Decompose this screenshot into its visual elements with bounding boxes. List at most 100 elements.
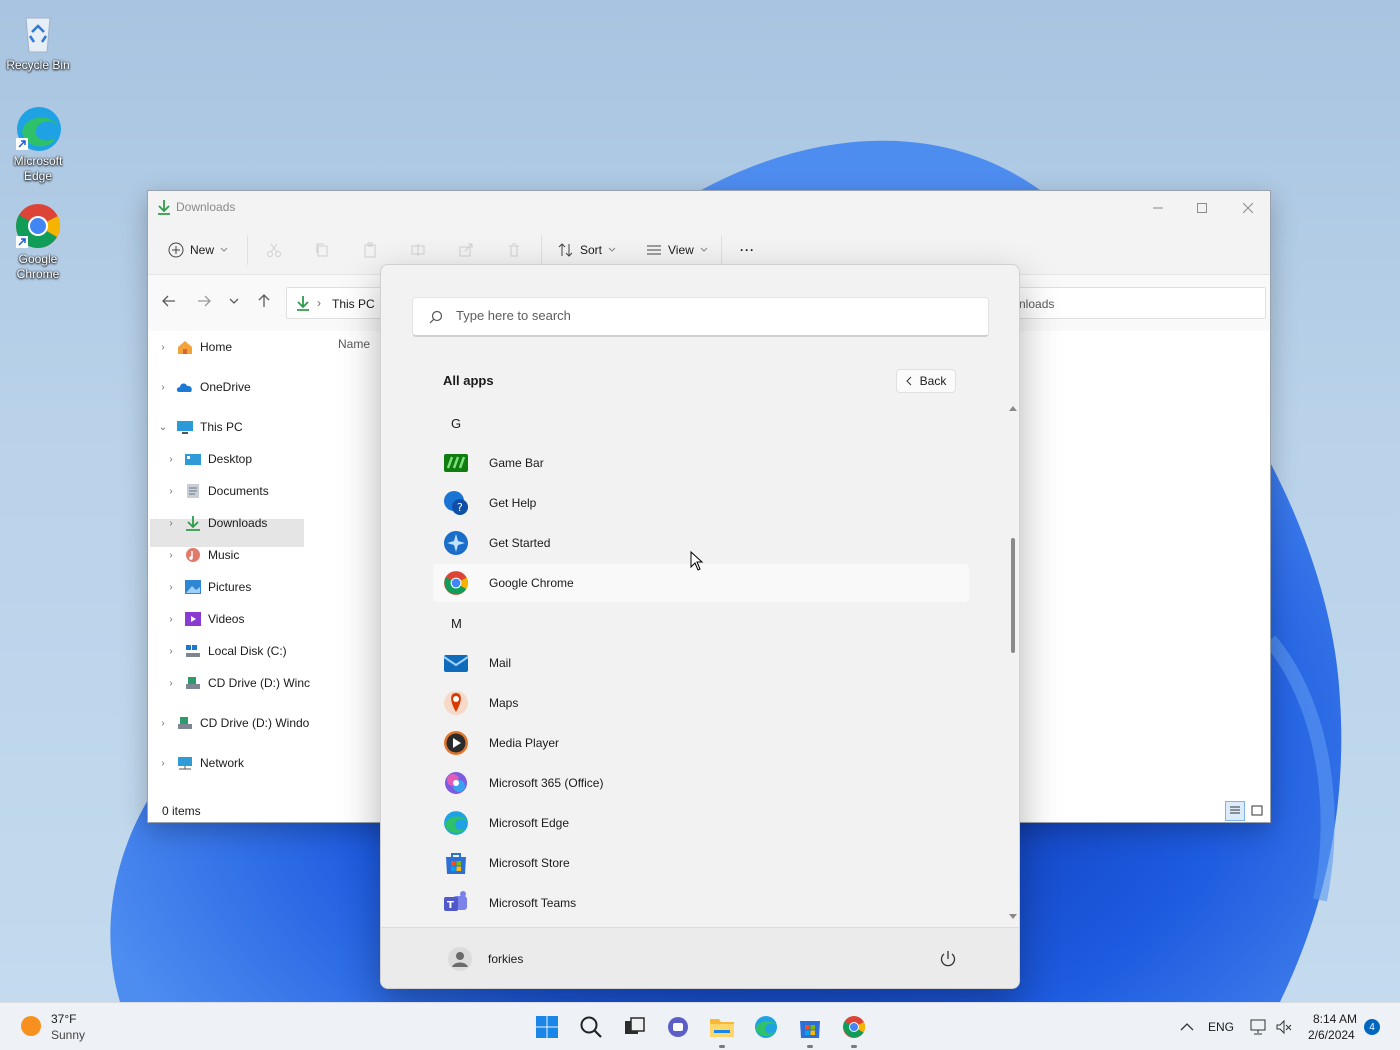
taskbar-edge[interactable] <box>750 1011 782 1043</box>
view-label: View <box>668 243 694 257</box>
divider <box>721 235 722 265</box>
chevron-right-icon: › <box>161 381 165 393</box>
view-button[interactable]: View <box>646 237 708 263</box>
music-icon <box>186 548 200 562</box>
mouse-cursor-icon <box>690 550 704 574</box>
task-view-button[interactable] <box>618 1011 650 1043</box>
tree-item-home[interactable]: › Home <box>156 334 232 360</box>
tree-item-desktop[interactable]: › Desktop <box>164 446 252 472</box>
app-item-get-help[interactable]: ? Get Help <box>433 484 969 522</box>
all-apps-list: G Game Bar ? Get Help Get Started Google… <box>433 405 973 925</box>
language-indicator[interactable]: ENG <box>1208 1020 1234 1034</box>
edge-icon <box>443 810 469 836</box>
share-icon <box>459 243 473 257</box>
sort-button[interactable]: Sort <box>558 237 616 263</box>
weather-temp: 37°F <box>51 1012 77 1026</box>
maximize-icon <box>1197 203 1207 213</box>
tree-item-cd-drive-root[interactable]: › CD Drive (D:) Windo <box>156 710 309 736</box>
back-arrow-icon[interactable] <box>162 294 176 311</box>
power-button[interactable] <box>939 950 957 971</box>
user-name[interactable]: forkies <box>488 952 523 966</box>
app-item-mail[interactable]: Mail <box>433 644 969 682</box>
forward-arrow-icon[interactable] <box>197 294 211 311</box>
section-letter-m[interactable]: M <box>451 616 462 631</box>
desktop-icon-recycle-bin[interactable]: Recycle Bin <box>2 8 74 73</box>
tree-item-pictures[interactable]: › Pictures <box>164 574 251 600</box>
title-bar[interactable]: Downloads <box>148 191 1270 225</box>
taskbar-chrome[interactable] <box>838 1011 870 1048</box>
edge-icon <box>14 104 62 152</box>
breadcrumb-downloads[interactable]: nloads <box>1019 297 1054 311</box>
volume-tray[interactable] <box>1275 1018 1293 1039</box>
start-button[interactable] <box>531 1011 563 1043</box>
drive-icon <box>186 645 200 657</box>
new-button[interactable]: New <box>168 237 228 263</box>
edge-icon <box>755 1016 777 1038</box>
show-hidden-icons-button[interactable] <box>1180 1021 1194 1035</box>
downloads-icon <box>157 199 171 218</box>
app-item-game-bar[interactable]: Game Bar <box>433 444 969 482</box>
details-view-button[interactable] <box>1225 801 1245 821</box>
taskbar-search-button[interactable] <box>575 1011 607 1043</box>
tree-item-music[interactable]: › Music <box>164 542 239 568</box>
taskbar-chat[interactable] <box>662 1011 694 1043</box>
user-avatar-icon[interactable] <box>447 946 473 975</box>
breadcrumb-this-pc[interactable]: This PC <box>332 297 375 311</box>
network-tray[interactable] <box>1249 1018 1267 1039</box>
app-item-media-player[interactable]: Media Player <box>433 724 969 762</box>
chrome-icon <box>14 202 62 250</box>
tree-item-network[interactable]: › Network <box>156 750 244 776</box>
desktop-icon-chrome[interactable]: Google Chrome <box>2 202 74 282</box>
tree-item-downloads[interactable]: › Downloads <box>164 510 267 536</box>
copy-button[interactable] <box>314 237 330 263</box>
tiles-view-button[interactable] <box>1247 801 1267 821</box>
tree-item-this-pc[interactable]: ⌄ This PC <box>156 414 243 440</box>
tree-item-local-disk[interactable]: › Local Disk (C:) <box>164 638 286 664</box>
close-button[interactable] <box>1228 195 1268 221</box>
tree-item-documents[interactable]: › Documents <box>164 478 269 504</box>
app-list-scrollbar[interactable] <box>1007 405 1019 920</box>
tree-item-cd-drive[interactable]: › CD Drive (D:) Winc <box>164 670 310 696</box>
tree-item-onedrive[interactable]: › OneDrive <box>156 374 250 400</box>
recent-locations-icon[interactable] <box>229 294 239 311</box>
view-list-icon <box>647 245 661 255</box>
app-item-microsoft-store[interactable]: Microsoft Store <box>433 844 969 882</box>
search-input[interactable] <box>456 308 956 323</box>
app-item-microsoft-teams[interactable]: T Microsoft Teams <box>433 884 969 922</box>
weather-widget[interactable] <box>20 1015 42 1040</box>
paste-button[interactable] <box>362 237 378 263</box>
app-name: Microsoft Teams <box>489 896 577 910</box>
delete-button[interactable] <box>506 237 522 263</box>
app-item-maps[interactable]: Maps <box>433 684 969 722</box>
app-item-microsoft-365[interactable]: Microsoft 365 (Office) <box>433 764 969 802</box>
section-letter-g[interactable]: G <box>451 416 461 431</box>
taskbar-file-explorer[interactable] <box>706 1011 738 1048</box>
search-box[interactable] <box>412 297 989 337</box>
clock-date[interactable]: 2/6/2024 <box>1308 1028 1355 1042</box>
column-header-name[interactable]: Name <box>338 337 370 351</box>
chevron-right-icon: › <box>169 645 173 657</box>
minimize-button[interactable] <box>1138 195 1178 221</box>
onedrive-icon <box>176 383 192 392</box>
taskbar-store[interactable] <box>794 1011 826 1048</box>
tiles-view-icon <box>1251 805 1263 816</box>
clock-time[interactable]: 8:14 AM <box>1313 1012 1357 1026</box>
more-options-button[interactable]: ··· <box>740 237 755 263</box>
chevron-right-icon: › <box>161 341 165 353</box>
network-icon <box>178 757 192 770</box>
notification-badge[interactable]: 4 <box>1364 1019 1380 1035</box>
tree-item-videos[interactable]: › Videos <box>164 606 244 632</box>
desktop-icon-edge[interactable]: Microsoft Edge <box>2 104 74 184</box>
share-button[interactable] <box>458 237 474 263</box>
maximize-button[interactable] <box>1182 195 1222 221</box>
running-indicator <box>719 1045 725 1048</box>
cut-button[interactable] <box>266 237 282 263</box>
app-item-microsoft-edge[interactable]: Microsoft Edge <box>433 804 969 842</box>
rename-icon <box>411 244 425 256</box>
chevron-right-icon: › <box>169 677 173 689</box>
divider <box>541 235 542 265</box>
clipboard-icon <box>364 242 376 258</box>
rename-button[interactable] <box>410 237 426 263</box>
back-button[interactable]: Back <box>896 369 956 393</box>
up-arrow-icon[interactable] <box>257 294 271 311</box>
